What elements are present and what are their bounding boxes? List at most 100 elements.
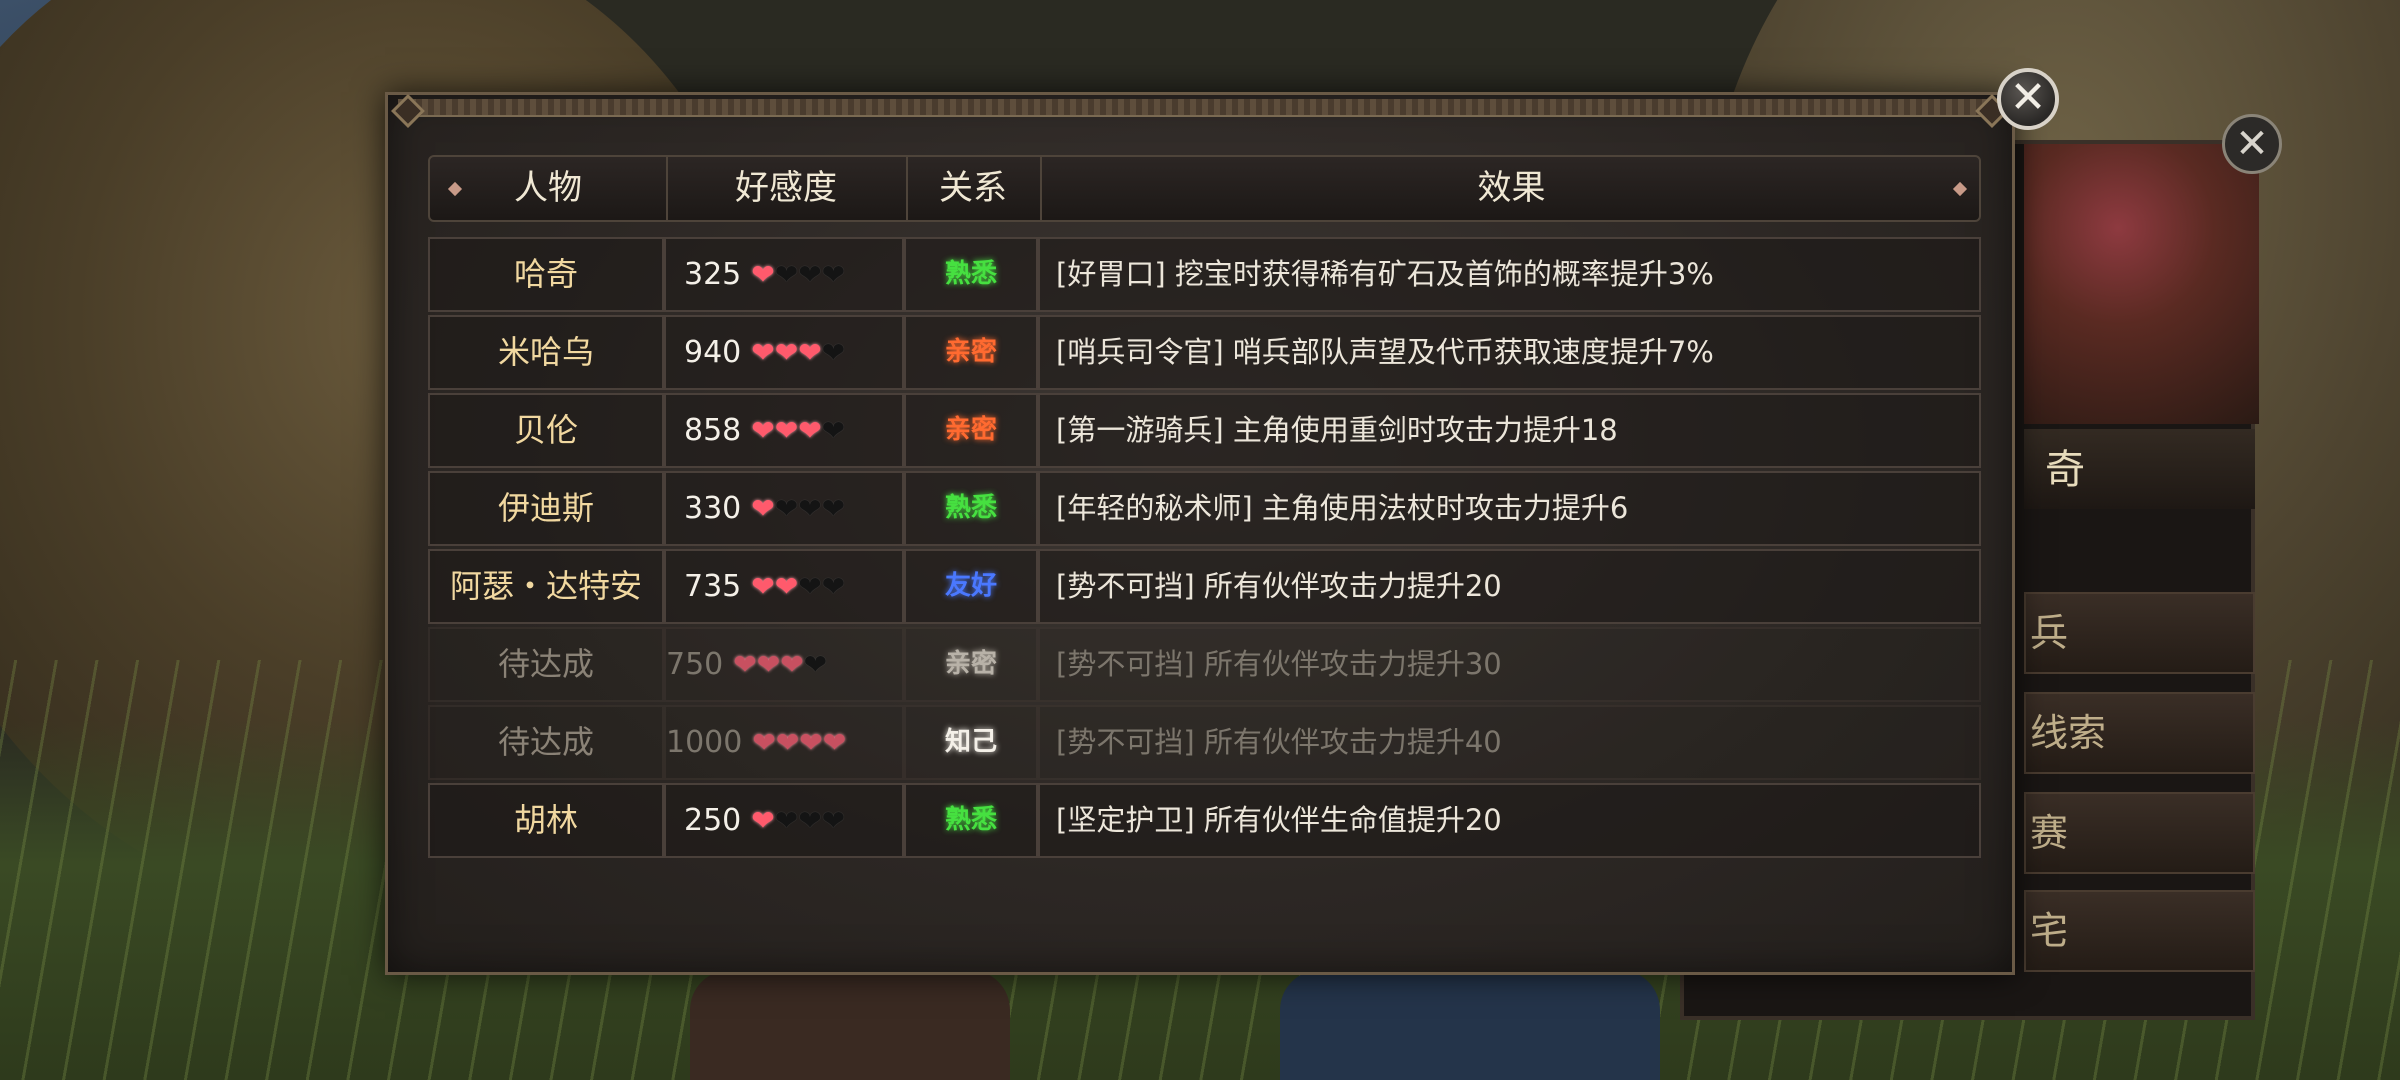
heart-icon: ❤ [774,336,799,369]
favor-value: 325 [684,257,742,292]
favor-cell: 330 ❤❤❤❤ [664,471,904,546]
favor-value: 940 [684,335,742,370]
favor-hearts: ❤❤❤❤ [751,473,845,544]
companion-menu-button-3[interactable]: 赛 [2024,792,2255,874]
favor-value: 750 [666,647,724,682]
header-effect: 效果 [1477,168,1546,208]
favor-hearts: ❤❤❤❤ [751,317,845,388]
character-name: 胡林 [428,783,664,858]
table-row: 待达成 750 ❤❤❤❤ 亲密 [势不可挡] 所有伙伴攻击力提升30 [428,627,1981,702]
table-header: 人物 好感度 关系 效果 [428,155,1981,222]
favor-hearts: ❤❤❤❤ [751,785,845,856]
heart-icon: ❤ [803,648,828,681]
table-row: 伊迪斯 330 ❤❤❤❤ 熟悉 [年轻的秘术师] 主角使用法杖时攻击力提升6 [428,471,1981,546]
favor-value: 1000 [666,725,743,760]
heart-icon: ❤ [798,258,822,291]
companion-menu-button-2[interactable]: 线索 [2024,692,2255,774]
companion-menu-button-4[interactable]: 宅 [2024,890,2255,972]
relation-badge: 亲密 [904,315,1038,390]
favor-cell: 1000 ❤❤❤❤ [664,705,904,780]
favor-cell: 250 ❤❤❤❤ [664,783,904,858]
effect-text: [第一游骑兵] 主角使用重剑时攻击力提升18 [1038,393,1981,468]
favor-cell: 858 ❤❤❤❤ [664,393,904,468]
header-character: 人物 [430,157,668,220]
effect-text: [势不可挡] 所有伙伴攻击力提升40 [1038,705,1981,780]
relation-badge: 亲密 [904,393,1038,468]
companion-portrait [2024,144,2259,424]
favor-cell: 735 ❤❤❤❤ [664,549,904,624]
heart-icon: ❤ [774,258,799,291]
effect-text: [哨兵司令官] 哨兵部队声望及代币获取速度提升7% [1038,315,1981,390]
effect-text: [势不可挡] 所有伙伴攻击力提升20 [1038,549,1981,624]
table-row: 米哈乌 940 ❤❤❤❤ 亲密 [哨兵司令官] 哨兵部队声望及代币获取速度提升7% [428,315,1981,390]
heart-icon: ❤ [775,726,800,759]
effect-text: [势不可挡] 所有伙伴攻击力提升30 [1038,627,1981,702]
heart-icon: ❤ [752,726,776,759]
table-row: 胡林 250 ❤❤❤❤ 熟悉 [坚定护卫] 所有伙伴生命值提升20 [428,783,1981,858]
heart-icon: ❤ [780,648,804,681]
heart-icon: ❤ [798,414,822,447]
table-row: 贝伦 858 ❤❤❤❤ 亲密 [第一游骑兵] 主角使用重剑时攻击力提升18 [428,393,1981,468]
back-panel-close-icon[interactable]: ✕ [2222,114,2282,174]
effect-text: [坚定护卫] 所有伙伴生命值提升20 [1038,783,1981,858]
relation-badge: 熟悉 [904,237,1038,312]
favor-value: 858 [684,413,742,448]
header-relation: 关系 [906,157,1042,220]
favor-hearts: ❤❤❤❤ [752,707,846,778]
heart-icon: ❤ [751,336,775,369]
heart-icon: ❤ [821,258,846,291]
heart-icon: ❤ [774,492,799,525]
heart-icon: ❤ [798,492,822,525]
effect-text: [好胃口] 挖宝时获得稀有矿石及首饰的概率提升3% [1038,237,1981,312]
heart-icon: ❤ [822,726,847,759]
relation-badge: 熟悉 [904,783,1038,858]
heart-icon: ❤ [756,648,781,681]
character-name: 阿瑟・达特安 [428,549,664,624]
companion-name-fragment: 奇 [2045,447,2085,493]
character-name: 待达成 [428,705,664,780]
heart-icon: ❤ [798,570,822,603]
favor-value: 330 [684,491,742,526]
heart-icon: ❤ [751,258,775,291]
companion-menu-button-1[interactable]: 兵 [2024,592,2255,674]
heart-icon: ❤ [821,336,846,369]
table-row: 待达成 1000 ❤❤❤❤ 知己 [势不可挡] 所有伙伴攻击力提升40 [428,705,1981,780]
heart-icon: ❤ [751,570,775,603]
character-figure-left [690,970,1010,1080]
character-name: 待达成 [428,627,664,702]
favor-value: 735 [684,569,742,604]
close-icon[interactable]: ✕ [1997,68,2059,130]
heart-icon: ❤ [821,492,846,525]
relation-badge: 友好 [904,549,1038,624]
heart-icon: ❤ [774,414,799,447]
heart-icon: ❤ [821,570,846,603]
favor-value: 250 [684,803,742,838]
character-figure-right [1280,970,1660,1080]
character-name: 伊迪斯 [428,471,664,546]
heart-icon: ❤ [751,804,775,837]
heart-icon: ❤ [751,414,775,447]
heart-icon: ❤ [751,492,775,525]
heart-icon: ❤ [821,804,846,837]
companion-namebar: 奇 [2024,429,2255,509]
heart-icon: ❤ [774,570,799,603]
favor-cell: 940 ❤❤❤❤ [664,315,904,390]
heart-icon: ❤ [798,804,822,837]
heart-icon: ❤ [733,648,757,681]
panel-ornament-bar [398,99,2002,117]
character-name: 贝伦 [428,393,664,468]
character-name: 哈奇 [428,237,664,312]
favor-hearts: ❤❤❤❤ [751,395,845,466]
table-row: 哈奇 325 ❤❤❤❤ 熟悉 [好胃口] 挖宝时获得稀有矿石及首饰的概率提升3% [428,237,1981,312]
relation-badge: 知己 [904,705,1038,780]
table-row: 阿瑟・达特安 735 ❤❤❤❤ 友好 [势不可挡] 所有伙伴攻击力提升20 [428,549,1981,624]
relation-badge: 熟悉 [904,471,1038,546]
heart-icon: ❤ [774,804,799,837]
favor-cell: 325 ❤❤❤❤ [664,237,904,312]
heart-icon: ❤ [821,414,846,447]
favor-hearts: ❤❤❤❤ [751,551,845,622]
heart-icon: ❤ [798,336,822,369]
header-favor: 好感度 [666,157,908,220]
heart-icon: ❤ [799,726,823,759]
character-name: 米哈乌 [428,315,664,390]
